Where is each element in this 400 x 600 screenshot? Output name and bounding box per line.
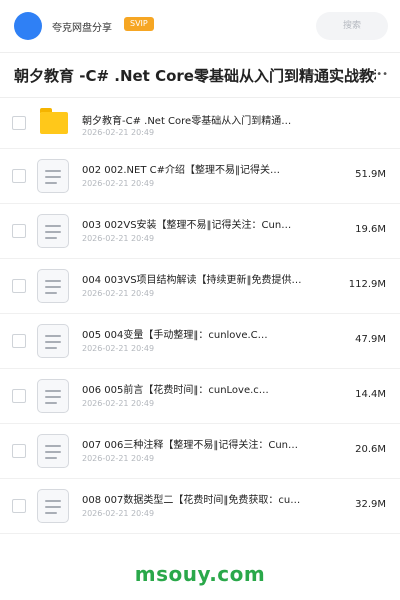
document-icon [37, 269, 69, 303]
document-icon [37, 489, 69, 523]
checkbox[interactable] [12, 334, 26, 348]
watermark: msouy.com [134, 562, 266, 586]
file-size: 112.9M [348, 279, 386, 290]
document-icon [37, 434, 69, 468]
checkbox[interactable] [12, 499, 26, 513]
file-name: 004 003VS项目结构解读【持续更新‖免费提供… [82, 275, 302, 286]
file-size: 20.6M [355, 444, 386, 455]
file-date: 2026-02-21 20:49 [82, 509, 155, 518]
header: 夸克网盘分享 SVIP 搜索 [0, 0, 400, 53]
file-name: 006 005前言【花费时间‖：cunLove.c… [82, 385, 269, 396]
list-item-file[interactable]: 003 002VS安装【整理不易‖记得关注：Cun… 2026-02-21 20:… [0, 204, 400, 259]
folder-date: 2026-02-21 20:49 [82, 128, 155, 137]
checkbox[interactable] [12, 224, 26, 238]
file-size: 51.9M [355, 169, 386, 180]
checkbox[interactable] [12, 169, 26, 183]
svip-badge: SVIP [124, 17, 154, 31]
file-size: 14.4M [355, 389, 386, 400]
list-item-file[interactable]: 005 004变量【手动整理‖：cunlove.C… 2026-02-21 20:… [0, 314, 400, 369]
avatar[interactable] [14, 12, 42, 40]
file-list: 朝夕教育-C# .Net Core零基础从入门到精通… 2026-02-21 2… [0, 98, 400, 534]
ellipsis-icon[interactable]: ••• [370, 69, 388, 80]
document-icon [37, 159, 69, 193]
file-date: 2026-02-21 20:49 [82, 179, 155, 188]
checkbox[interactable] [12, 279, 26, 293]
document-icon [37, 379, 69, 413]
search-input[interactable]: 搜索 [316, 12, 388, 40]
checkbox[interactable] [12, 444, 26, 458]
folder-icon [40, 108, 68, 134]
file-name: 003 002VS安装【整理不易‖记得关注：Cun… [82, 220, 292, 231]
document-icon [37, 324, 69, 358]
list-item-file[interactable]: 006 005前言【花费时间‖：cunLove.c… 2026-02-21 20:… [0, 369, 400, 424]
list-item-folder[interactable]: 朝夕教育-C# .Net Core零基础从入门到精通… 2026-02-21 2… [0, 98, 400, 149]
list-item-file[interactable]: 007 006三种注释【整理不易‖记得关注：Cun… 2026-02-21 20:… [0, 424, 400, 479]
file-date: 2026-02-21 20:49 [82, 234, 155, 243]
folder-name: 朝夕教育-C# .Net Core零基础从入门到精通… [82, 116, 292, 127]
file-size: 19.6M [355, 224, 386, 235]
checkbox[interactable] [12, 389, 26, 403]
file-name: 007 006三种注释【整理不易‖记得关注：Cun… [82, 440, 299, 451]
file-name: 005 004变量【手动整理‖：cunlove.C… [82, 330, 268, 341]
file-date: 2026-02-21 20:49 [82, 399, 155, 408]
file-name: 008 007数据类型二【花费时间‖免费获取：cu… [82, 495, 301, 506]
page-title: 朝夕教育 -C# .Net Core零基础从入门到精通实战教程 [14, 67, 376, 85]
file-date: 2026-02-21 20:49 [82, 289, 155, 298]
file-name: 002 002.NET C#介绍【整理不易‖记得关… [82, 165, 280, 176]
file-size: 47.9M [355, 334, 386, 345]
checkbox[interactable] [12, 116, 26, 130]
document-icon [37, 214, 69, 248]
user-name[interactable]: 夸克网盘分享 [52, 19, 112, 34]
list-item-file[interactable]: 004 003VS项目结构解读【持续更新‖免费提供… 2026-02-21 20:… [0, 259, 400, 314]
title-bar: 朝夕教育 -C# .Net Core零基础从入门到精通实战教程 ••• [0, 53, 400, 98]
list-item-file[interactable]: 008 007数据类型二【花费时间‖免费获取：cu… 2026-02-21 20:… [0, 479, 400, 534]
file-size: 32.9M [355, 499, 386, 510]
file-date: 2026-02-21 20:49 [82, 344, 155, 353]
list-item-file[interactable]: 002 002.NET C#介绍【整理不易‖记得关… 2026-02-21 20:… [0, 149, 400, 204]
file-date: 2026-02-21 20:49 [82, 454, 155, 463]
